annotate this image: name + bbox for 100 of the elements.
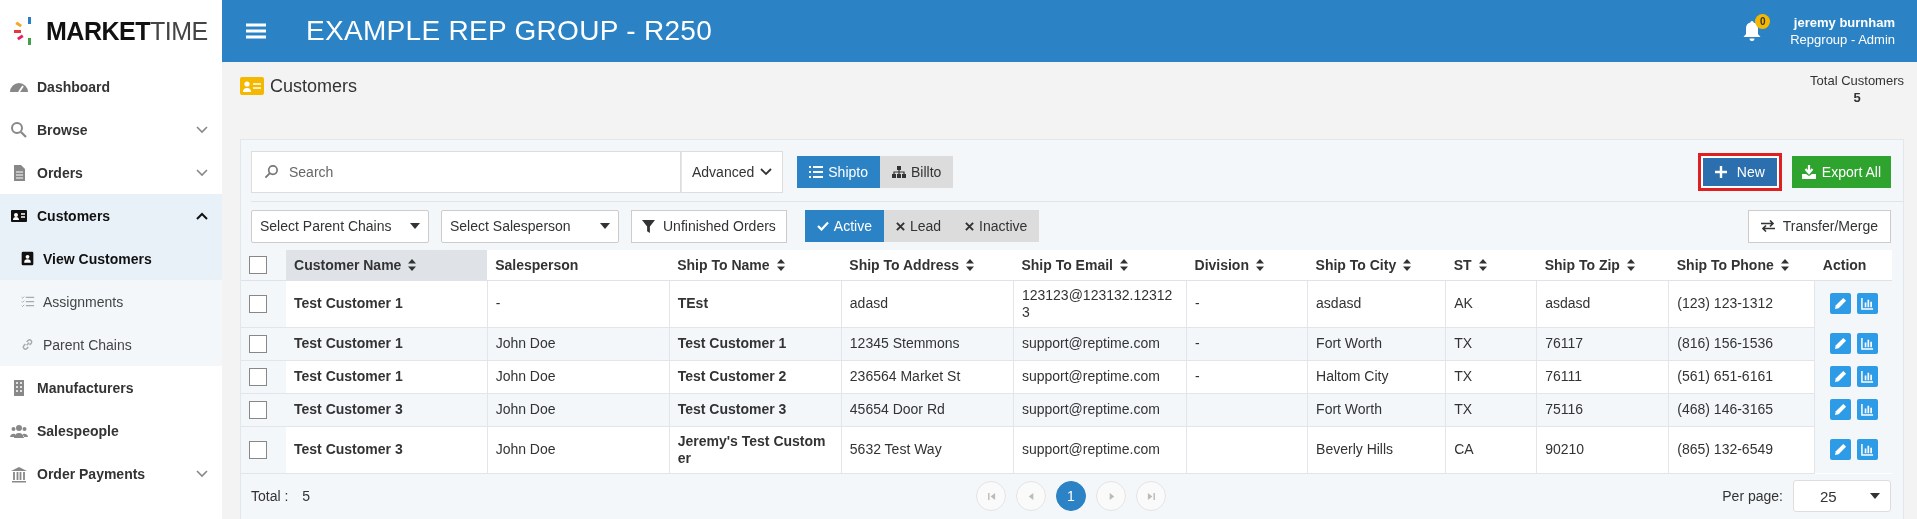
column-header[interactable]: Ship To Zip <box>1536 249 1669 281</box>
filter-dropdown[interactable]: Select Parent Chains <box>251 209 429 243</box>
sidebar-item[interactable]: Manufacturers <box>0 366 222 409</box>
sidebar-item[interactable]: Customers <box>0 194 222 237</box>
logo-text-market: MARKET <box>46 16 150 46</box>
pencil-icon <box>1833 403 1847 417</box>
column-header[interactable]: Ship To Name <box>669 249 842 281</box>
edit-button[interactable] <box>1829 293 1851 315</box>
column-header[interactable]: Ship To Address <box>841 249 1014 281</box>
last-page-button[interactable] <box>1136 481 1166 512</box>
user-name[interactable]: jeremy burnham <box>1790 14 1895 31</box>
close-icon <box>895 221 905 231</box>
sidebar-item[interactable]: Browse <box>0 108 222 151</box>
table-cell: adasd <box>841 280 1014 328</box>
edit-button[interactable] <box>1829 333 1851 355</box>
chevron-down-icon <box>760 167 773 176</box>
chart-button[interactable] <box>1856 366 1878 388</box>
sort-icon <box>408 258 417 271</box>
search-input[interactable]: Search <box>287 162 680 181</box>
id-card-icon <box>240 77 264 95</box>
table-cell: CA <box>1445 426 1537 474</box>
table-cell: (468) 146-3165 <box>1668 393 1815 427</box>
menu-icon <box>246 23 266 39</box>
row-checkbox[interactable] <box>249 400 267 419</box>
table-cell: 12345 Stemmons <box>841 327 1014 361</box>
select-all-checkbox[interactable] <box>249 255 267 274</box>
column-header[interactable]: Division <box>1186 249 1308 281</box>
unfinished-orders-button[interactable]: Unfinished Orders <box>631 209 787 243</box>
edit-button[interactable] <box>1829 399 1851 421</box>
bar-chart-icon <box>1860 337 1874 351</box>
sidebar-subitem[interactable]: Assignments <box>0 280 222 323</box>
table-cell: 76117 <box>1536 327 1669 361</box>
table-cell: Test Customer 1 <box>286 327 488 361</box>
table-cell: asdasd <box>1307 280 1446 328</box>
table-cell: TX <box>1445 393 1537 427</box>
per-page-dropdown[interactable]: 25 <box>1793 480 1891 513</box>
row-checkbox[interactable] <box>249 294 267 313</box>
row-checkbox[interactable] <box>249 440 267 459</box>
row-checkbox[interactable] <box>249 334 267 353</box>
column-header[interactable]: Ship To City <box>1307 249 1446 281</box>
sidebar-item[interactable]: Order Payments <box>0 452 222 495</box>
sort-icon <box>776 258 785 271</box>
sidebar-subitem[interactable]: View Customers <box>0 237 222 280</box>
total-customers-value: 5 <box>1852 89 1862 106</box>
page-title: Customers <box>270 75 358 97</box>
search-icon <box>264 164 279 180</box>
table-cell: support@reptime.com <box>1013 360 1187 394</box>
download-icon <box>1801 164 1816 179</box>
first-page-button[interactable] <box>976 481 1006 512</box>
skip-forward-icon <box>1146 491 1156 501</box>
status-toggle[interactable]: Lead <box>883 210 954 242</box>
column-header[interactable]: ST <box>1445 249 1537 281</box>
table-cell: Test Customer 3 <box>286 393 488 427</box>
chart-button[interactable] <box>1856 293 1878 315</box>
table-cell: 45654 Door Rd <box>841 393 1014 427</box>
view-tab[interactable]: Billto <box>880 155 954 188</box>
table-cell: John Doe <box>487 360 670 394</box>
status-toggle[interactable]: Active <box>804 210 884 242</box>
sort-icon <box>1780 258 1789 271</box>
transfer-merge-button[interactable]: Transfer/Merge <box>1747 209 1891 243</box>
table-cell: support@reptime.com <box>1013 393 1187 427</box>
user-role: Repgroup - Admin <box>1790 31 1895 48</box>
sidebar-item[interactable]: Orders <box>0 151 222 194</box>
sidebar-item[interactable]: Dashboard <box>0 65 222 108</box>
edit-button[interactable] <box>1829 439 1851 461</box>
column-header[interactable]: Customer Name <box>286 249 488 281</box>
table-cell: TX <box>1445 327 1537 361</box>
row-checkbox[interactable] <box>249 367 267 386</box>
page-button[interactable]: 1 <box>1056 481 1086 512</box>
table-cell: Test Customer 2 <box>669 360 842 394</box>
table-cell: (816) 156-1536 <box>1668 327 1815 361</box>
table-cell: Test Customer 1 <box>286 360 488 394</box>
per-page-label: Per page: <box>1722 488 1783 505</box>
filter-dropdown[interactable]: Select Salesperson <box>441 209 619 243</box>
table-cell: John Doe <box>487 426 670 474</box>
table-cell: 123123@123132.123123 <box>1013 280 1187 328</box>
edit-button[interactable] <box>1829 366 1851 388</box>
sidebar-item[interactable]: Salespeople <box>0 409 222 452</box>
table-cell: TX <box>1445 360 1537 394</box>
logo-text-time: TIME <box>149 16 208 46</box>
table-cell: 236564 Market St <box>841 360 1014 394</box>
new-button[interactable]: New <box>1697 152 1782 191</box>
view-tab[interactable]: Shipto <box>797 155 880 188</box>
table-cell: Test Customer 3 <box>286 426 488 474</box>
chart-button[interactable] <box>1856 399 1878 421</box>
sidebar-subitem[interactable]: Parent Chains <box>0 323 222 366</box>
column-header[interactable]: Ship To Email <box>1013 249 1187 281</box>
advanced-dropdown[interactable]: Advanced <box>681 150 784 193</box>
status-toggle[interactable]: Inactive <box>953 210 1040 242</box>
chart-button[interactable] <box>1856 439 1878 461</box>
table-cell: - <box>1186 280 1308 328</box>
column-header[interactable]: Ship To Phone <box>1668 249 1815 281</box>
notification-count: 0 <box>1755 14 1771 29</box>
pencil-icon <box>1833 297 1847 311</box>
sort-icon <box>1403 258 1412 271</box>
pencil-icon <box>1833 370 1847 384</box>
chevron-down-icon <box>196 168 208 177</box>
table-cell: 5632 Test Way <box>841 426 1014 474</box>
chart-button[interactable] <box>1856 333 1878 355</box>
search-field[interactable]: Search <box>251 150 681 193</box>
